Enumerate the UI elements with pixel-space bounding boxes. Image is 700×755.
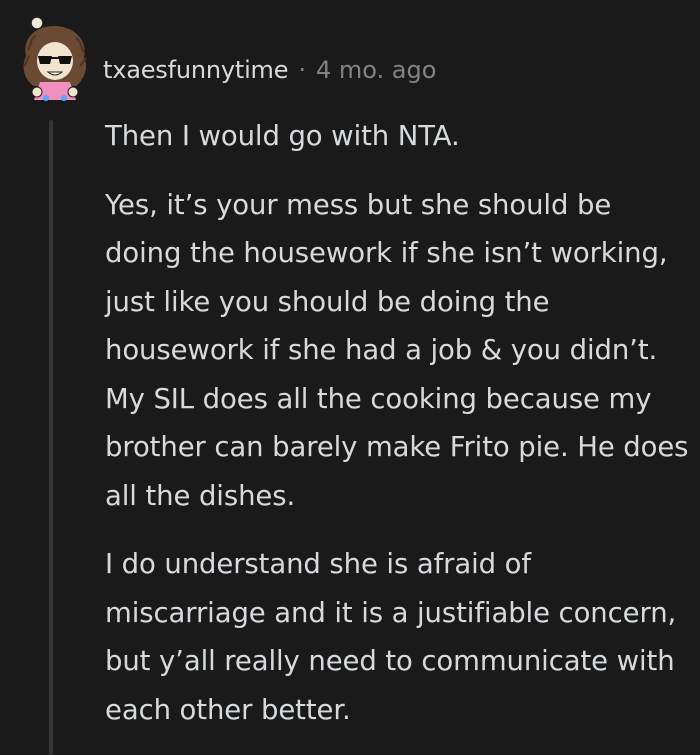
username-link[interactable]: txaesfunnytime [103,56,289,84]
avatar[interactable] [18,16,92,106]
comment-paragraph: Then I would go with NTA. [105,120,460,152]
comment-paragraph: Yes, it’s your mess but she should be do… [105,188,689,512]
thread-collapse-line[interactable] [49,120,53,755]
avatar-icon [23,16,87,101]
comment-paragraph: I do understand she is afraid of miscarr… [105,548,677,726]
comment-body: Then I would go with NTA. Yes, it’s your… [105,112,690,734]
comment-timestamp[interactable]: 4 mo. ago [316,56,436,84]
meta-separator: · [298,56,306,84]
comment-meta: txaesfunnytime · 4 mo. ago [103,52,436,88]
